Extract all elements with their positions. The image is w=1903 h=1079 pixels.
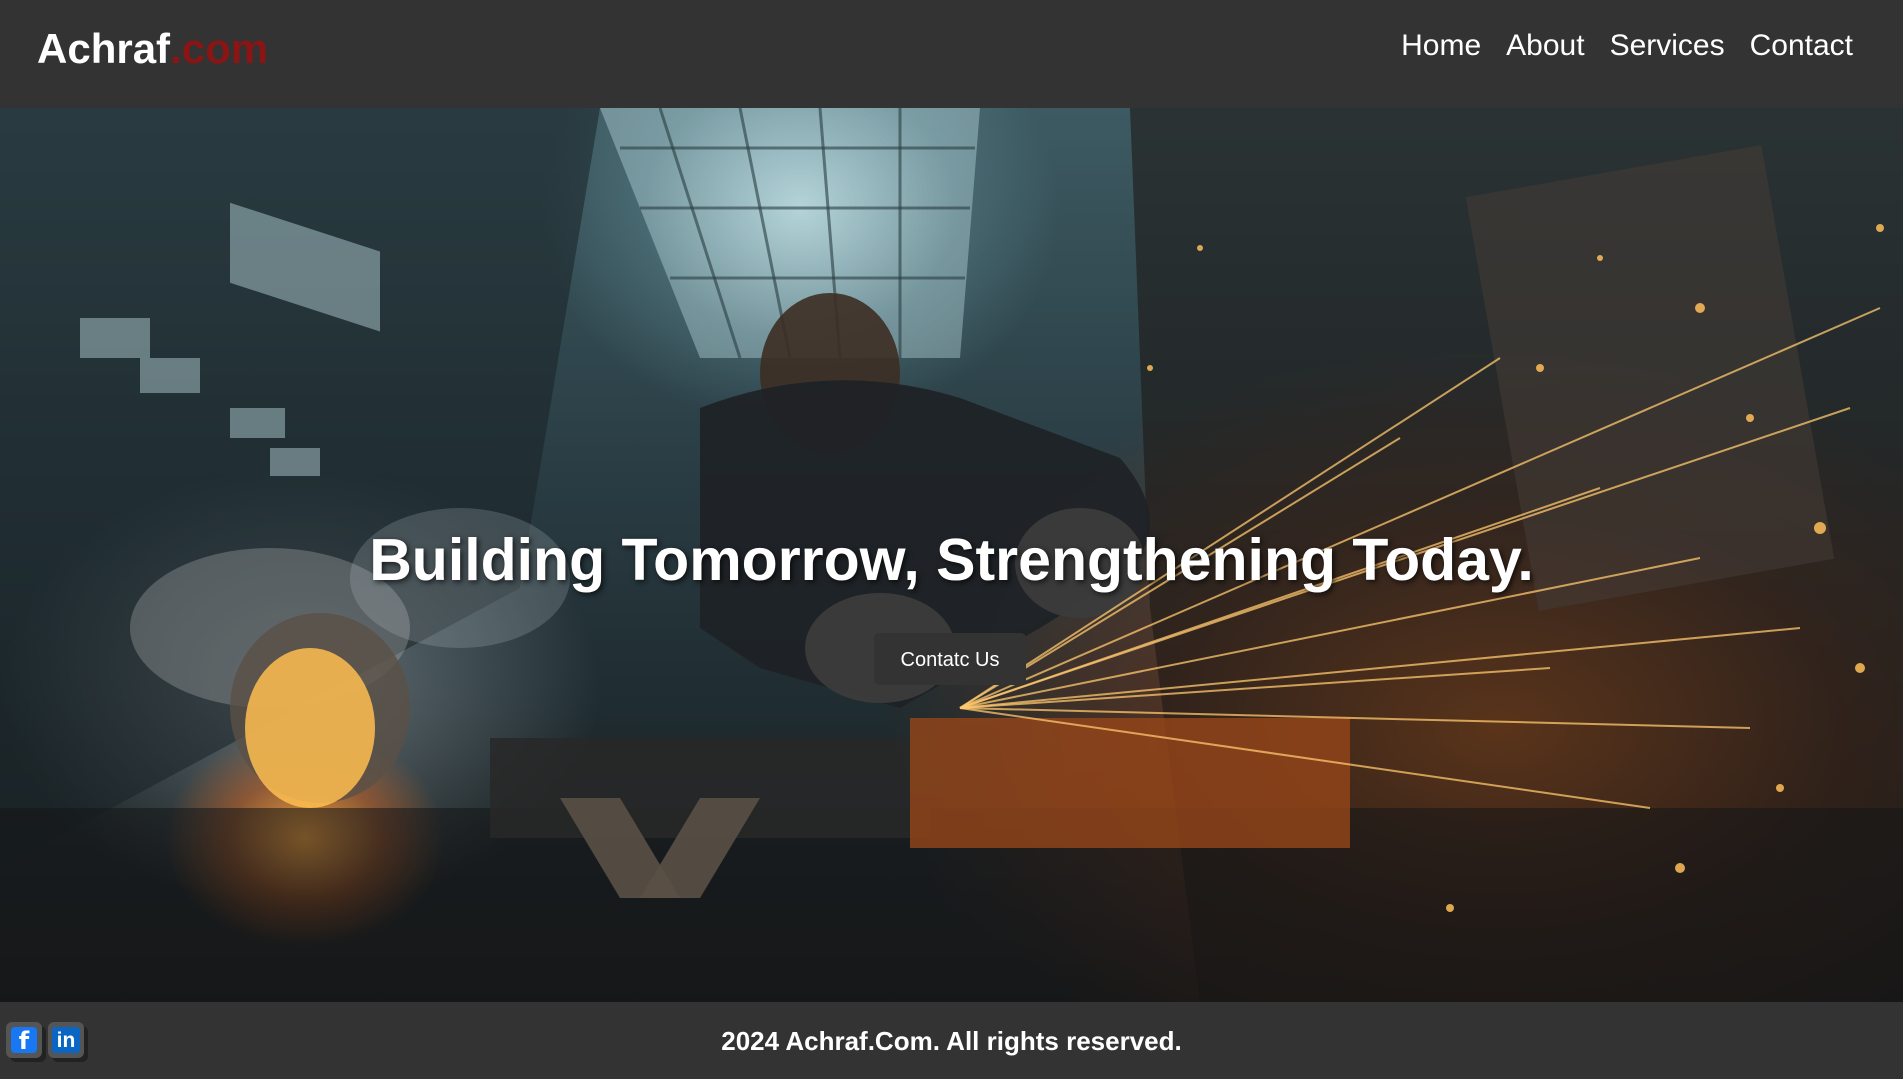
hero-section: Building Tomorrow, Strengthening Today. … [0, 108, 1903, 1002]
site-footer: 2024 Achraf.Com. All rights reserved. [0, 1002, 1903, 1079]
facebook-link[interactable]: f [6, 1022, 42, 1058]
main-nav: Home About Services Contact [1401, 26, 1853, 66]
nav-home-link[interactable]: Home [1401, 26, 1481, 66]
logo-tld: .com [170, 25, 269, 72]
copyright-text: 2024 Achraf.Com. All rights reserved. [721, 1026, 1182, 1056]
hero-headline: Building Tomorrow, Strengthening Today. [369, 527, 1534, 593]
contact-us-button[interactable]: Contatc Us [874, 633, 1026, 685]
nav-about-link[interactable]: About [1506, 26, 1584, 66]
linkedin-link[interactable]: in [48, 1022, 84, 1058]
site-logo[interactable]: Achraf.com [37, 25, 268, 73]
facebook-icon: f [11, 1027, 37, 1055]
logo-name: Achraf [37, 25, 171, 72]
nav-services-link[interactable]: Services [1610, 26, 1725, 66]
nav-contact-link[interactable]: Contact [1750, 26, 1853, 66]
social-links: f in [6, 1022, 84, 1058]
site-header: Achraf.com Home About Services Contact [0, 0, 1903, 108]
linkedin-icon: in [52, 1027, 80, 1053]
